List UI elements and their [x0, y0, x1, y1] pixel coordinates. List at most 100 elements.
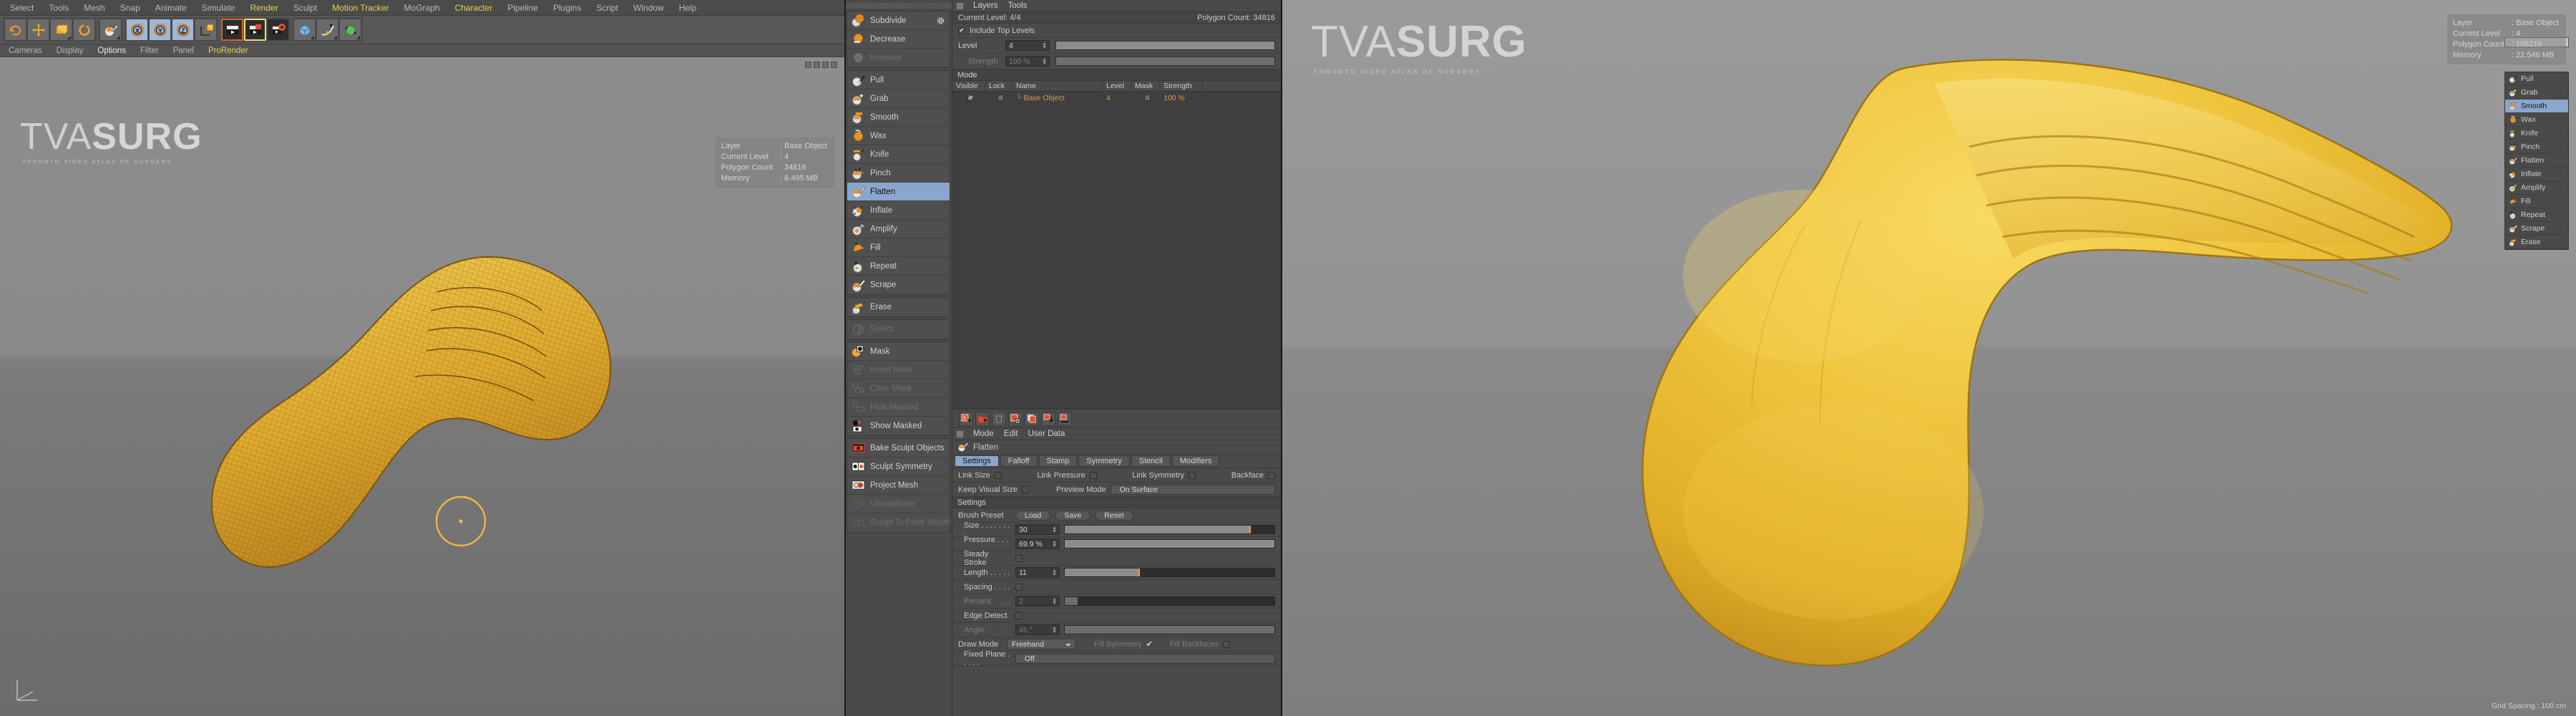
render-settings-icon[interactable]: [267, 19, 289, 41]
length-spinner-arrows[interactable]: ▲ ▼: [1052, 569, 1057, 577]
mini-brush-pull[interactable]: S Pull: [2505, 72, 2568, 86]
sculpt-layers-table[interactable]: Visible Lock Name Level Mask Strength ✔ …: [952, 81, 1281, 408]
link-options-row[interactable]: Link Size Link Pressure Link Symmetry Backf…: [952, 468, 1281, 483]
mini-brush-pinch[interactable]: Pinch: [2505, 140, 2568, 154]
undo-icon[interactable]: [4, 19, 26, 41]
sculpt-tool-amplify[interactable]: Amplify: [847, 220, 950, 238]
menu-item-animate[interactable]: Animate: [155, 3, 187, 13]
menu-item-mesh[interactable]: Mesh: [84, 3, 104, 13]
strength-spinner[interactable]: 100 % ▲ ▼: [1005, 56, 1050, 67]
sculpt-tool-erase[interactable]: Erase: [847, 298, 950, 316]
viewport-menu-options[interactable]: Options: [97, 47, 126, 55]
viewport-pan-icon[interactable]: [805, 62, 811, 68]
fixed-plane-value[interactable]: Off: [1015, 653, 1275, 664]
nurbs-icon[interactable]: [339, 19, 361, 41]
menu-item-layers[interactable]: Layers: [973, 1, 998, 10]
row-lock-checkbox[interactable]: [997, 95, 1004, 101]
viewport-menu-panel[interactable]: Panel: [173, 47, 194, 55]
checkbox-backface[interactable]: [1268, 471, 1276, 479]
brush-preset-load-button[interactable]: Load: [1015, 510, 1051, 521]
fill-symmetry-checkmark[interactable]: ✔: [1146, 639, 1153, 649]
sculpt-tool-pull[interactable]: S Pull: [847, 71, 950, 90]
menu-item-tools[interactable]: Tools: [49, 3, 69, 13]
edge-detect-checkbox[interactable]: [1015, 611, 1023, 619]
menu-item-script[interactable]: Script: [596, 3, 618, 13]
include-top-levels-row[interactable]: ✔ Include Top Levels: [952, 24, 1281, 38]
length-slider[interactable]: [1064, 568, 1275, 577]
spacing-checkbox[interactable]: [1015, 583, 1023, 591]
include-top-levels-checkbox[interactable]: ✔: [958, 26, 965, 34]
menu-item-user-data[interactable]: User Data: [1028, 430, 1065, 438]
percent-spinner-arrows[interactable]: ▲ ▼: [1052, 597, 1057, 606]
sculpt-tool-fill[interactable]: Fill: [847, 238, 950, 257]
main-menu-bar[interactable]: Select Tools Mesh Snap Animate Simulate Render…: [0, 0, 844, 16]
copy-layer-icon[interactable]: [1025, 411, 1039, 426]
axis-z-icon[interactable]: Z: [172, 19, 194, 41]
tab-stamp[interactable]: Stamp: [1038, 455, 1078, 467]
sculpt-tool-project-mesh[interactable]: Project Mesh: [847, 476, 950, 495]
viewport-menu-filter[interactable]: Filter: [140, 47, 159, 55]
tab-stencil[interactable]: Stencil: [1131, 455, 1171, 467]
viewport-menu-prorender[interactable]: ProRender: [208, 47, 248, 55]
checkbox-link-symmetry[interactable]: [1189, 471, 1196, 479]
sculpt-tool-sculpt-symmetry[interactable]: Sculpt Symmetry: [847, 458, 950, 476]
row-visible-checkbox[interactable]: ✔: [967, 95, 974, 101]
mini-brush-inflate[interactable]: Inflate: [2505, 168, 2568, 181]
menu-item-edit[interactable]: Edit: [1004, 430, 1018, 438]
row-mask-checkbox[interactable]: [1144, 95, 1151, 101]
mini-brush-scrape[interactable]: Scrape: [2505, 222, 2568, 236]
menu-item-mograph[interactable]: MoGraph: [404, 3, 440, 13]
viewport-menu-bar[interactable]: Cameras Display Options Filter Panel ProRende…: [0, 44, 844, 57]
strength-spinner-arrows[interactable]: ▲ ▼: [1042, 57, 1047, 66]
sculpt-tool-wax[interactable]: Wax: [847, 127, 950, 145]
viewport-maximize-icon[interactable]: [831, 62, 837, 68]
merge-down-icon[interactable]: [1041, 411, 1055, 426]
steady-stroke-row[interactable]: Steady Stroke: [952, 550, 1281, 567]
pressure-slider[interactable]: [1064, 539, 1275, 548]
scale-icon[interactable]: [50, 19, 72, 41]
clear-layer-icon[interactable]: [1008, 411, 1023, 426]
viewport-zoom-icon[interactable]: [814, 62, 820, 68]
tab-falloff[interactable]: Falloff: [1000, 455, 1038, 467]
sculpt-tool-decrease[interactable]: Decrease: [847, 30, 950, 49]
main-toolbar[interactable]: X Y Z: [0, 16, 844, 44]
angle-spinner[interactable]: 45 ° ▲ ▼: [1015, 624, 1060, 635]
render-view-icon[interactable]: [221, 19, 243, 41]
add-sculpt-layer-icon[interactable]: S: [959, 411, 973, 426]
brush-preset-save-button[interactable]: Save: [1055, 510, 1091, 521]
tab-symmetry[interactable]: Symmetry: [1078, 455, 1130, 467]
percent-row[interactable]: Percent. . . . . 2 ▲ ▼: [952, 594, 1281, 609]
mini-brush-grab[interactable]: Grab: [2505, 86, 2568, 100]
add-folder-icon[interactable]: [975, 411, 990, 426]
rotate-icon[interactable]: [73, 19, 95, 41]
sculpt-tool-smooth[interactable]: Smooth: [847, 108, 950, 127]
right-mini-brush-palette[interactable]: S Pull Grab Smooth Wax Knife Pinch Flatten Infla…: [2504, 72, 2569, 250]
percent-spinner[interactable]: 2 ▲ ▼: [1015, 596, 1060, 606]
level-spinner-arrows[interactable]: ▲ ▼: [1042, 42, 1047, 50]
level-spinner[interactable]: 4 ▲ ▼: [1005, 40, 1050, 51]
sculpt-tool-subdivide[interactable]: Subdivide: [847, 11, 950, 30]
sculpt-tool-show-masked[interactable]: Show Masked: [847, 417, 950, 435]
sculpt-tool-pinch[interactable]: Pinch: [847, 164, 950, 183]
flatten-layer-icon[interactable]: [1058, 411, 1072, 426]
mini-brush-flatten[interactable]: Flatten: [2505, 154, 2568, 168]
left-viewport[interactable]: TVASURG TORONTO VIDEO ATLAS OF SURGERY L…: [0, 57, 844, 716]
spline-pen-icon[interactable]: [316, 19, 338, 41]
cursor-paint-icon[interactable]: [99, 19, 122, 41]
length-spinner[interactable]: 11 ▲ ▼: [1015, 567, 1060, 578]
menu-item-mode[interactable]: Mode: [973, 430, 994, 438]
checkbox-link-pressure[interactable]: [1089, 471, 1097, 479]
size-slider[interactable]: [1064, 525, 1275, 534]
mini-brush-repeat[interactable]: Repeat: [2505, 208, 2568, 222]
menu-item-character[interactable]: Character: [455, 3, 493, 13]
strength-slider[interactable]: [1055, 57, 1275, 66]
angle-spinner-arrows[interactable]: ▲ ▼: [1052, 626, 1057, 634]
percent-slider[interactable]: [1064, 596, 1275, 606]
sculpt-tool-bake-sculpt-objects[interactable]: Bake Sculpt Objects: [847, 439, 950, 458]
angle-slider[interactable]: [1064, 625, 1275, 634]
mini-brush-wax[interactable]: Wax: [2505, 113, 2568, 127]
pressure-spinner-arrows[interactable]: ▲ ▼: [1052, 540, 1057, 548]
viewport-menu-display[interactable]: Display: [57, 47, 84, 55]
sculpt-tool-mask[interactable]: Mask: [847, 342, 950, 361]
delete-icon[interactable]: [992, 411, 1006, 426]
